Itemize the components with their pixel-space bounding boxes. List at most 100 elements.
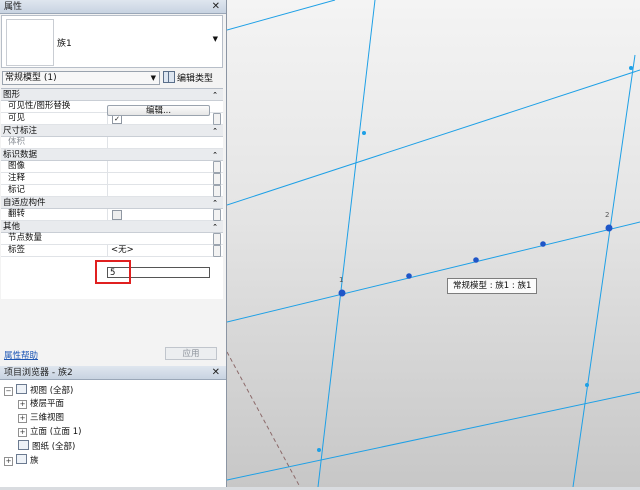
collapse-icon[interactable]: −	[4, 387, 13, 396]
scroll-handle[interactable]	[213, 161, 221, 173]
tree-label: 楼层平面	[30, 399, 65, 409]
instance-filter-value: 常规模型 (1)	[5, 73, 57, 83]
group-other[interactable]: 其他 ⌃	[1, 221, 223, 233]
model-view-svg[interactable]	[226, 0, 640, 488]
tree-label: 立面 (立面 1)	[30, 427, 82, 437]
views-icon	[16, 384, 27, 394]
grid-line[interactable]	[226, 69, 640, 206]
grid-line[interactable]	[572, 54, 636, 488]
row-mark: 标记	[1, 185, 223, 197]
node-point[interactable]	[406, 273, 412, 279]
grid-line[interactable]	[226, 221, 640, 323]
group-label: 尺寸标注	[3, 126, 38, 136]
adaptive-point-1[interactable]	[338, 289, 346, 297]
grid-intersection-point[interactable]	[585, 383, 589, 387]
node-point[interactable]	[540, 241, 546, 247]
type-preview-image	[6, 19, 54, 66]
project-browser-tree: − 视图 (全部) + 楼层平面 + 三维视图 + 立面 (立面 1) 图纸 (全部) …	[0, 380, 226, 487]
point-label: 2	[605, 211, 610, 219]
row-label: 可见	[8, 113, 26, 123]
row-label: 标签	[8, 245, 26, 255]
tree-label: 图纸 (全部)	[32, 442, 76, 452]
grid-line[interactable]	[226, 0, 336, 31]
scroll-handle[interactable]	[213, 209, 221, 221]
group-label: 自适应构件	[3, 198, 46, 208]
close-icon[interactable]: ✕	[212, 0, 220, 14]
row-label: 体积	[8, 137, 26, 147]
tree-node-elevations[interactable]: + 立面 (立面 1)	[18, 426, 81, 438]
close-icon[interactable]: ✕	[212, 366, 220, 380]
project-browser-titlebar: 项目浏览器 - 族2 ✕	[0, 366, 226, 380]
group-label: 图形	[3, 90, 21, 100]
grid-intersection-point[interactable]	[629, 66, 633, 70]
row-volume: 体积	[1, 137, 223, 149]
tree-label: 三维视图	[30, 413, 65, 423]
row-value[interactable]	[107, 173, 212, 184]
tree-node-3d-views[interactable]: + 三维视图	[18, 412, 64, 424]
collapse-icon[interactable]: ⌃	[212, 197, 218, 209]
grid-intersection-point[interactable]	[317, 448, 321, 452]
row-value[interactable]	[107, 185, 212, 196]
grid-line[interactable]	[317, 0, 376, 488]
row-value[interactable]	[107, 161, 212, 172]
node-point[interactable]	[473, 257, 479, 263]
row-label: 图像	[8, 161, 26, 171]
collapse-icon[interactable]: ⌃	[212, 149, 218, 161]
left-dock: 属性 ✕ 族1 ▼ 常规模型 (1) ▼ 编辑类型 图形 ⌃ 可见性/图形替换 …	[0, 0, 227, 487]
collapse-icon[interactable]: ⌃	[212, 89, 218, 101]
expand-icon[interactable]: +	[18, 414, 27, 423]
group-label: 标识数据	[3, 150, 38, 160]
expand-icon[interactable]: +	[18, 428, 27, 437]
scroll-handle[interactable]	[213, 233, 221, 245]
properties-title: 属性	[4, 2, 23, 12]
scroll-handle[interactable]	[213, 113, 221, 125]
row-value	[107, 209, 212, 220]
row-image: 图像	[1, 161, 223, 173]
families-icon	[16, 454, 27, 464]
grid-line[interactable]	[226, 391, 640, 481]
drawing-canvas[interactable]	[226, 0, 640, 488]
apply-button[interactable]: 应用	[165, 347, 217, 360]
instance-filter-select[interactable]: 常规模型 (1) ▼	[2, 71, 160, 85]
row-label: 注释	[8, 173, 26, 183]
visibility-edit-button[interactable]: 编辑...	[107, 105, 210, 116]
row-label: 翻转	[8, 209, 26, 219]
tree-label: 族	[30, 456, 39, 466]
grid-intersection-point[interactable]	[362, 131, 366, 135]
collapse-icon[interactable]: ⌃	[212, 221, 218, 233]
tree-node-floor-plans[interactable]: + 楼层平面	[18, 398, 64, 410]
tree-node-sheets[interactable]: 图纸 (全部)	[18, 440, 75, 452]
flip-checkbox[interactable]	[112, 210, 122, 220]
expand-icon[interactable]: +	[4, 457, 13, 466]
group-adaptive-component[interactable]: 自适应构件 ⌃	[1, 197, 223, 209]
row-flip: 翻转	[1, 209, 223, 221]
highlight-box	[95, 260, 131, 284]
adaptive-point-2[interactable]	[605, 224, 613, 232]
edit-type-icon	[163, 71, 175, 83]
expand-icon[interactable]: +	[18, 400, 27, 409]
tree-node-families[interactable]: + 族	[4, 454, 39, 466]
collapse-icon[interactable]: ⌃	[212, 125, 218, 137]
dropdown-arrow-icon[interactable]: ▼	[213, 35, 218, 43]
group-identity-data[interactable]: 标识数据 ⌃	[1, 149, 223, 161]
scroll-handle[interactable]	[213, 245, 221, 257]
tree-label: 视图 (全部)	[30, 386, 74, 396]
sheets-icon	[18, 440, 29, 450]
edit-type-button[interactable]: 编辑类型	[163, 71, 213, 85]
scroll-handle[interactable]	[213, 185, 221, 197]
row-comments: 注释	[1, 173, 223, 185]
properties-titlebar: 属性 ✕	[0, 0, 226, 14]
edit-type-label: 编辑类型	[177, 74, 214, 84]
scroll-handle[interactable]	[213, 173, 221, 185]
tag-value[interactable]: <无>	[107, 245, 215, 256]
tree-node-views[interactable]: − 视图 (全部)	[4, 384, 73, 396]
dropdown-arrow-icon[interactable]: ▼	[151, 72, 156, 84]
row-value	[107, 137, 212, 148]
point-label: 1	[339, 276, 344, 284]
type-selector[interactable]: 族1 ▼	[1, 15, 223, 68]
properties-help-link[interactable]: 属性帮助	[4, 349, 38, 361]
element-tooltip: 常规模型 : 族1 : 族1	[447, 278, 538, 294]
row-label: 可见性/图形替换	[8, 101, 71, 111]
group-dimensions[interactable]: 尺寸标注 ⌃	[1, 125, 223, 137]
group-graphics[interactable]: 图形 ⌃	[1, 89, 223, 101]
